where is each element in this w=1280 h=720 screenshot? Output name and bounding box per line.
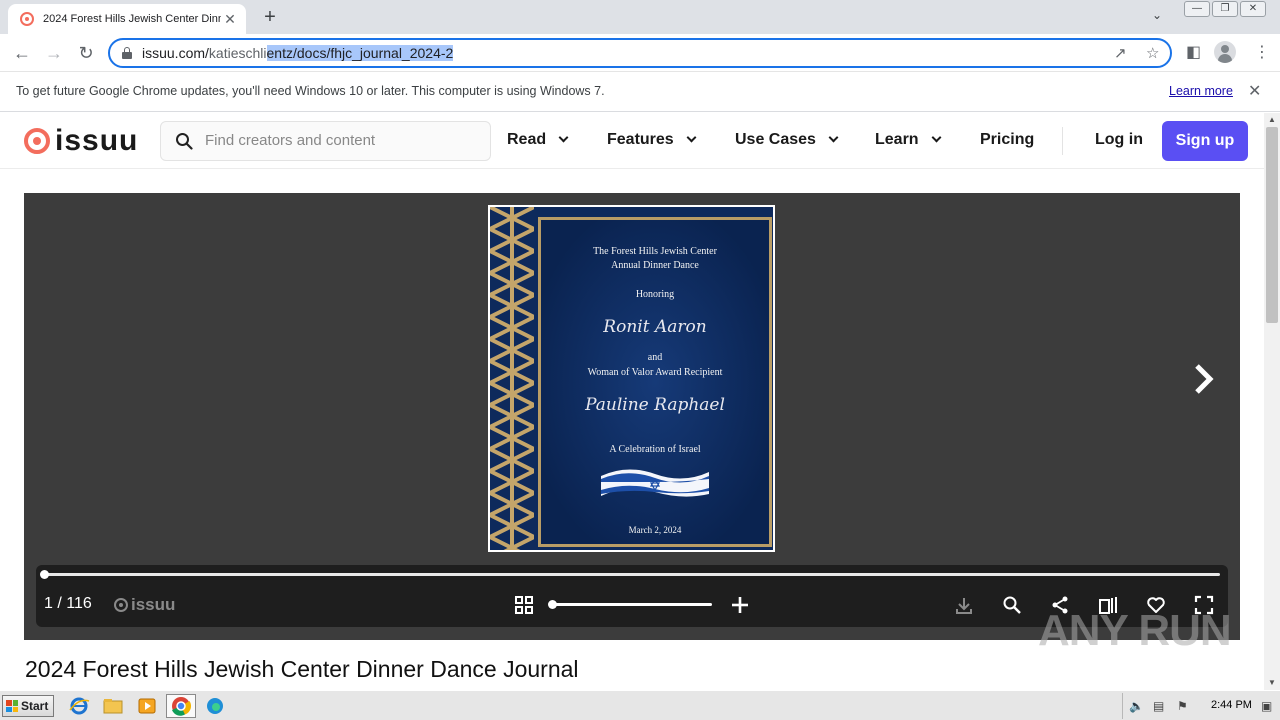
cover-page[interactable]: The Forest Hills Jewish Center Annual Di… [488, 205, 775, 552]
action-center-flag-icon[interactable]: ⚑ [1177, 699, 1188, 713]
document-title: 2024 Forest Hills Jewish Center Dinner D… [25, 656, 579, 682]
infobar-message: To get future Google Chrome updates, you… [16, 84, 605, 98]
file-explorer-icon[interactable] [102, 696, 124, 716]
download-icon[interactable] [954, 595, 974, 615]
cover-honoree1: Ronit Aaron [603, 317, 707, 337]
profile-avatar-icon[interactable] [1214, 41, 1236, 63]
volume-icon[interactable]: 🔈 [1129, 699, 1144, 713]
signup-button[interactable]: Sign up [1162, 121, 1248, 161]
header-divider [1062, 127, 1063, 155]
anyrun-watermark: ANY RUN [1038, 606, 1232, 655]
forward-arrow-icon[interactable]: → [42, 41, 66, 65]
document-reader: The Forest Hills Jewish Center Annual Di… [24, 193, 1240, 640]
windows-logo-icon [6, 700, 18, 712]
chevron-down-icon [558, 132, 569, 143]
tab-title: 2024 Forest Hills Jewish Center Dinn [43, 13, 221, 25]
edge-icon[interactable] [204, 696, 226, 716]
back-arrow-icon[interactable]: ← [10, 41, 34, 65]
page-counter: 1 / 116 [44, 595, 92, 612]
cover-award: Woman of Valor Award Recipient [587, 367, 723, 378]
close-window-button[interactable]: ✕ [1240, 1, 1266, 17]
star-of-david-border [490, 207, 534, 550]
menu-read[interactable]: Read [507, 131, 569, 149]
lock-icon[interactable] [122, 47, 132, 59]
cover-line2: Annual Dinner Dance [611, 260, 699, 271]
window-controls: — ❐ ✕ [1184, 1, 1266, 17]
show-desktop-icon[interactable]: ▣ [1261, 699, 1272, 713]
reader-issuu-logo[interactable]: issuu [114, 595, 175, 615]
media-player-icon[interactable] [136, 696, 158, 716]
tab-strip: 2024 Forest Hills Jewish Center Dinn ✕ +… [0, 0, 1280, 34]
zoom-knob[interactable] [548, 600, 557, 609]
update-infobar: To get future Google Chrome updates, you… [0, 72, 1280, 112]
cover-and: and [647, 352, 663, 363]
menu-learn[interactable]: Learn [875, 131, 942, 149]
tab-search-chevron-icon[interactable]: ⌄ [1152, 8, 1162, 22]
cover-frame: The Forest Hills Jewish Center Annual Di… [538, 217, 772, 547]
issuu-favicon-icon [20, 12, 34, 26]
chevron-down-icon [828, 132, 839, 143]
page-scrollbar[interactable]: ▲ ▼ [1264, 113, 1280, 690]
issuu-logo[interactable]: issuu [24, 124, 139, 157]
menu-kebab-icon[interactable]: ⋮ [1254, 42, 1270, 62]
cover-honoring: Honoring [635, 289, 675, 300]
search-input[interactable] [205, 132, 475, 149]
search-icon [176, 133, 193, 150]
minimize-button[interactable]: — [1184, 1, 1210, 17]
page-viewport: issuu Read Features Use Cases Learn Pric… [0, 113, 1264, 690]
reload-icon[interactable]: ↻ [74, 41, 98, 65]
chrome-taskbar-button[interactable] [166, 694, 196, 718]
browser-toolbar: ← → ↻ issuu.com/katieschlientz/docs/fhjc… [0, 34, 1280, 72]
logo-text: issuu [55, 124, 139, 157]
restore-button[interactable]: ❐ [1212, 1, 1238, 17]
cover-line1: The Forest Hills Jewish Center [593, 246, 717, 257]
grid-view-icon[interactable] [514, 595, 534, 615]
side-panel-icon[interactable]: ◧ [1186, 42, 1201, 62]
taskbar-clock: 2:44 PM [1211, 699, 1252, 711]
scroll-thumb[interactable] [1266, 127, 1278, 323]
cover-celebration: A Celebration of Israel [609, 444, 701, 455]
scroll-down-arrow-icon[interactable]: ▼ [1264, 676, 1280, 690]
issuu-mini-logo-icon [114, 598, 128, 612]
menu-use-cases[interactable]: Use Cases [735, 131, 839, 149]
network-icon[interactable]: ▤ [1153, 699, 1164, 713]
chrome-icon [172, 697, 192, 716]
chevron-down-icon [686, 132, 697, 143]
menu-features[interactable]: Features [607, 131, 697, 149]
menu-pricing[interactable]: Pricing [980, 131, 1034, 149]
page-progress-bar[interactable] [40, 570, 1220, 579]
chevron-down-icon [931, 132, 942, 143]
learn-more-link[interactable]: Learn more [1169, 84, 1233, 98]
start-button[interactable]: Start [2, 695, 54, 717]
zoom-in-plus-icon[interactable] [730, 595, 750, 615]
cover-date: March 2, 2024 [628, 525, 682, 535]
cover-honoree2: Pauline Raphael [585, 395, 725, 415]
israel-flag-icon [601, 469, 709, 497]
share-icon[interactable]: ↗ [1114, 44, 1127, 62]
infobar-close-icon[interactable]: ✕ [1248, 81, 1261, 101]
issuu-header: issuu Read Features Use Cases Learn Pric… [0, 113, 1264, 169]
new-tab-button[interactable]: + [259, 6, 281, 29]
tab-close-icon[interactable]: ✕ [222, 11, 238, 28]
search-box[interactable] [160, 121, 491, 161]
system-tray: 🔈 ▤ ⚑ 2:44 PM ▣ [1122, 693, 1278, 719]
url-text[interactable]: issuu.com/katieschlientz/docs/fhjc_journ… [142, 45, 454, 61]
login-link[interactable]: Log in [1095, 131, 1143, 149]
windows-taskbar: Start 🔈 ▤ ⚑ 2:44 PM ▣ [0, 690, 1280, 720]
next-page-arrow-icon[interactable] [1189, 363, 1217, 395]
internet-explorer-icon[interactable] [68, 696, 90, 716]
issuu-logo-icon [24, 128, 50, 154]
progress-knob[interactable] [40, 570, 49, 579]
scroll-up-arrow-icon[interactable]: ▲ [1264, 113, 1280, 127]
zoom-slider[interactable] [548, 600, 712, 609]
browser-tab[interactable]: 2024 Forest Hills Jewish Center Dinn ✕ [8, 4, 246, 34]
address-bar[interactable]: issuu.com/katieschlientz/docs/fhjc_journ… [108, 38, 1172, 68]
bookmark-star-icon[interactable]: ☆ [1146, 44, 1159, 62]
search-in-doc-icon[interactable] [1002, 595, 1022, 615]
